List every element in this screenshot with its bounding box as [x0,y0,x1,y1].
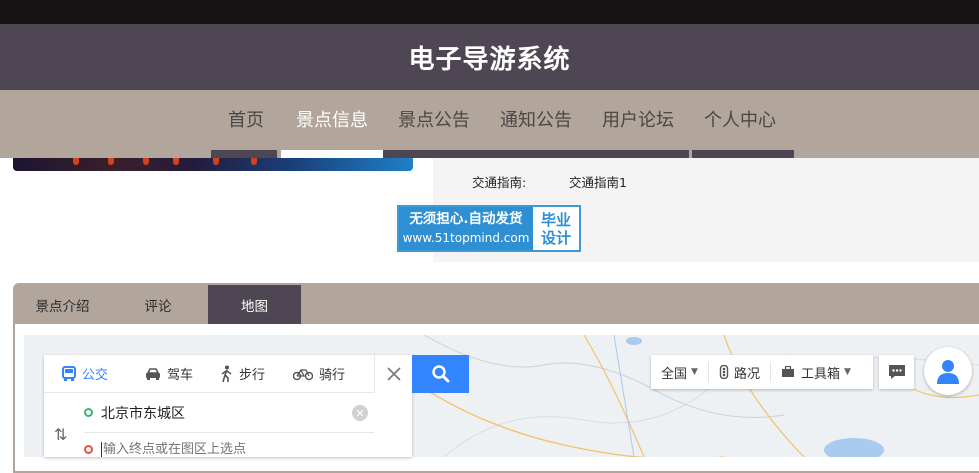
nav-item-profile[interactable]: 个人中心 [689,90,791,148]
nav-item-label: 首页 [228,110,264,131]
start-field[interactable]: 北京市东城区 ✕ [84,393,374,433]
main-nav: 首页 景点信息 景点公告 通知公告 用户论坛 个人中心 [0,90,979,158]
close-icon [386,367,401,381]
nav-indicator [383,150,689,158]
mode-car[interactable]: 驾车 [145,364,193,383]
search-icon [431,365,449,383]
site-title: 电子导游系统 [408,44,571,75]
bus-icon [62,365,76,381]
nav-item-label: 个人中心 [704,110,776,131]
end-field[interactable] [84,439,374,459]
nav-indicator-active [281,150,383,158]
mode-label: 公交 [82,368,109,383]
user-icon [937,360,959,384]
route-search-button[interactable] [412,355,469,393]
start-input[interactable]: 北京市东城区 [101,403,185,423]
nav-item-home[interactable]: 首页 [211,90,281,148]
start-point-icon [84,408,93,417]
swap-icon[interactable]: ⇅ [54,425,67,444]
end-point-icon [84,444,93,454]
scenic-image [13,158,413,171]
tab-comments[interactable]: 评论 [110,285,206,324]
mode-label: 骑行 [319,368,346,383]
bike-icon [293,368,314,380]
traffic-guide-label: 交通指南: [472,175,527,190]
ad-banner[interactable]: 无须担心.自动发货 www.51topmind.com 毕业 设计 [397,205,581,252]
ad-side-1: 毕业 [540,210,571,229]
nav-indicator [211,150,277,158]
tab-label: 评论 [144,298,172,315]
mode-bike[interactable]: 骑行 [293,364,345,383]
map-toolbar: 全国 ▼ 路况 工具箱 ▼ [651,355,873,389]
tab-bar: 景点介绍 评论 地图 [15,285,979,324]
tab-map[interactable]: 地图 [208,285,301,324]
close-route-button[interactable] [374,355,412,393]
end-input[interactable] [101,441,341,457]
tab-label: 地图 [241,298,268,315]
traffic-toggle[interactable]: 路况 [709,362,771,382]
chevron-down-icon: ▼ [843,367,851,377]
user-avatar[interactable] [924,347,972,395]
nav-item-label: 景点公告 [398,110,470,131]
top-strip [0,0,979,24]
nav-item-scenic-info[interactable]: 景点信息 [281,90,383,148]
mode-label: 驾车 [167,368,194,383]
tab-label: 景点介绍 [35,298,90,315]
message-icon [888,365,905,379]
nav-item-label: 通知公告 [500,110,572,131]
nav-indicator [692,150,794,158]
traffic-light-icon [719,365,729,379]
car-icon [146,367,161,380]
traffic-guide-value: 交通指南1 [569,175,627,190]
nav-item-forum[interactable]: 用户论坛 [587,90,689,148]
mode-bus[interactable]: 公交 [62,364,108,383]
region-label: 全国 [661,366,688,382]
mode-label: 步行 [239,368,266,383]
toolbox-icon [781,366,794,377]
traffic-label: 路况 [733,366,760,382]
route-panel: 公交 驾车 步行 骑行 ⇅ 北京市东城区 ✕ [44,355,412,457]
nav-item-notifications[interactable]: 通知公告 [485,90,587,148]
nav-item-label: 景点信息 [296,110,368,131]
toolbox-label: 工具箱 [800,366,840,382]
nav-item-scenic-notice[interactable]: 景点公告 [383,90,485,148]
region-selector[interactable]: 全国 ▼ [651,362,709,382]
walk-icon [221,365,232,382]
chevron-down-icon: ▼ [691,367,698,377]
ad-line-1: 无须担心.自动发货 [409,211,523,227]
nav-item-label: 用户论坛 [602,110,674,131]
mode-walk[interactable]: 步行 [219,364,265,383]
clear-start-button[interactable]: ✕ [352,405,368,421]
site-header: 电子导游系统 [0,24,979,90]
feedback-button[interactable] [879,355,914,389]
ad-side-2: 设计 [540,228,571,247]
tab-intro[interactable]: 景点介绍 [15,285,110,324]
ad-line-2: www.51topmind.com [402,231,530,245]
toolbox-menu[interactable]: 工具箱 ▼ [771,362,861,382]
